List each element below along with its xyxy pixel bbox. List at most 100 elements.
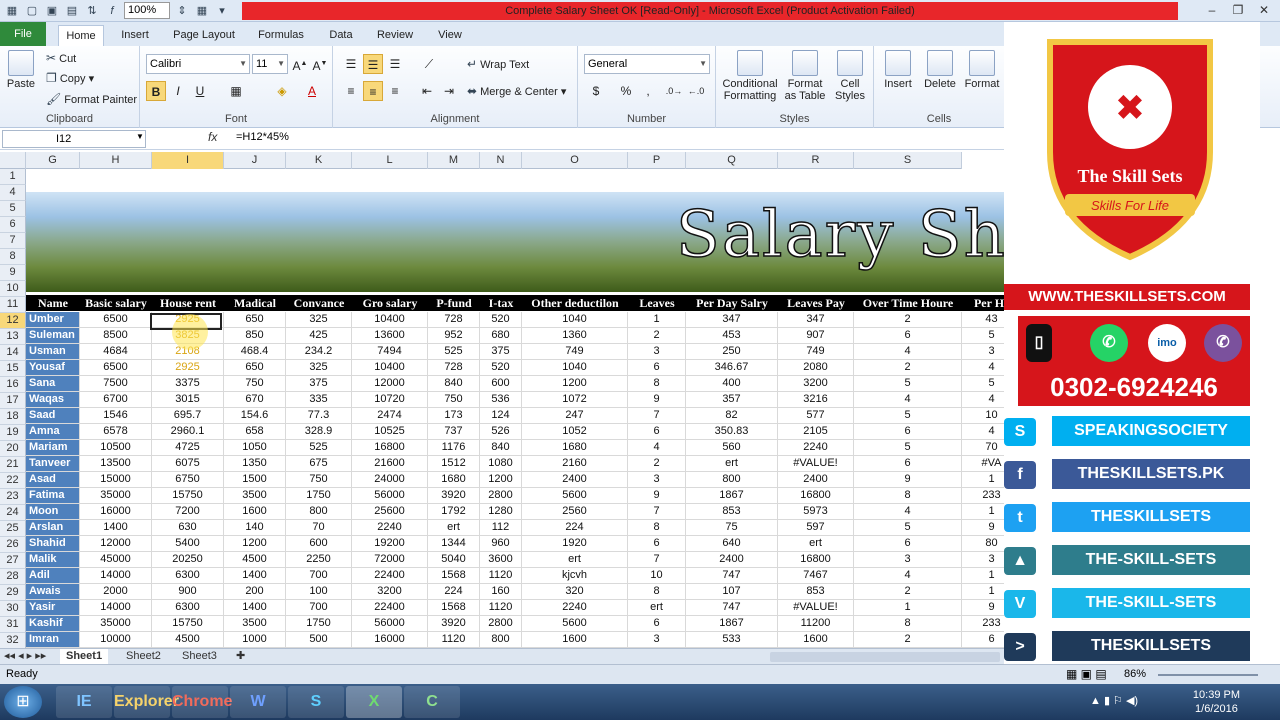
table-cell[interactable]: 1400 [224,568,286,584]
table-cell[interactable]: 2800 [480,616,522,632]
table-cell[interactable]: 1040 [522,360,628,376]
table-cell[interactable]: 1000 [224,632,286,648]
table-cell[interactable]: 6 [628,424,686,440]
table-header-cell[interactable]: Leaves Pay [778,295,854,311]
tab-page-layout[interactable]: Page Layout [168,25,240,46]
conditional-formatting-button[interactable]: Conditional Formatting [718,50,782,102]
table-cell[interactable]: 1568 [428,568,480,584]
table-cell[interactable]: 4 [962,360,1005,376]
table-cell[interactable]: 520 [480,312,522,328]
table-cell[interactable]: 4 [854,504,962,520]
table-cell[interactable]: 9 [962,600,1005,616]
table-cell[interactable]: 16800 [352,440,428,456]
row-header-7[interactable]: 7 [0,233,26,249]
table-cell[interactable]: 737 [428,424,480,440]
table-cell[interactable]: 14000 [80,600,152,616]
taskbar-explorer[interactable]: Explorer [114,686,179,718]
employee-name-cell[interactable]: Imran [26,632,80,648]
table-cell[interactable]: 952 [428,328,480,344]
table-cell[interactable]: 728 [428,360,480,376]
select-all-corner[interactable] [0,152,26,169]
table-cell[interactable]: 14000 [80,568,152,584]
employee-name-cell[interactable]: Tanveer [26,456,80,472]
table-cell[interactable]: 1750 [286,616,352,632]
table-cell[interactable]: 80 [962,536,1005,552]
table-cell[interactable]: 650 [224,360,286,376]
table-cell[interactable]: 8 [628,520,686,536]
table-cell[interactable]: 1792 [428,504,480,520]
table-cell[interactable]: 56000 [352,616,428,632]
table-cell[interactable]: 1 [628,312,686,328]
customize-arrow-icon[interactable]: ▾ [214,3,230,19]
row-header-26[interactable]: 26 [0,537,26,553]
table-cell[interactable]: 6300 [152,568,224,584]
table-cell[interactable]: 500 [286,632,352,648]
row-header-29[interactable]: 29 [0,585,26,601]
format-painter-button[interactable]: 🖌 Format Painter [46,92,137,106]
table-cell[interactable]: 640 [686,536,778,552]
chevron-down-icon[interactable]: ▼ [136,132,144,141]
employee-name-cell[interactable]: Arslan [26,520,80,536]
column-header-k[interactable]: K [286,152,352,169]
table-cell[interactable]: #VALUE! [778,456,854,472]
employee-name-cell[interactable]: Moon [26,504,80,520]
table-cell[interactable]: 82 [686,408,778,424]
column-header-s[interactable]: S [854,152,962,169]
align-top-icon[interactable]: ☰ [341,54,361,74]
underline-button[interactable]: U [190,81,210,101]
tab-data[interactable]: Data [322,25,360,46]
table-cell[interactable]: 5600 [522,488,628,504]
table-cell[interactable]: 2105 [778,424,854,440]
formula-input[interactable]: =H12*45% [236,131,289,143]
social-link[interactable]: S SPEAKINGSOCIETY [1004,416,1250,446]
table-cell[interactable]: 320 [522,584,628,600]
table-cell[interactable]: 747 [686,600,778,616]
table-cell[interactable]: 2 [854,360,962,376]
table-cell[interactable]: 2400 [686,552,778,568]
employee-name-cell[interactable]: Umber [26,312,80,328]
table-cell[interactable]: 21600 [352,456,428,472]
taskbar-ie[interactable]: IE [56,686,112,718]
table-cell[interactable]: 5 [854,520,962,536]
table-cell[interactable]: 4 [854,568,962,584]
table-cell[interactable]: 1600 [224,504,286,520]
table-cell[interactable]: 2960.1 [152,424,224,440]
cut-button[interactable]: ✂ Cut [46,51,76,65]
table-cell[interactable]: 1920 [522,536,628,552]
table-cell[interactable]: 2925 [152,360,224,376]
table-cell[interactable]: 1400 [80,520,152,536]
table-cell[interactable]: 8500 [80,328,152,344]
paste-button[interactable]: Paste [4,50,38,90]
align-left-icon[interactable]: ≡ [341,81,361,101]
row-header-20[interactable]: 20 [0,441,26,457]
increase-indent-icon[interactable]: ⇥ [439,81,459,101]
table-header-cell[interactable]: Leaves [628,295,686,311]
bold-button[interactable]: B [146,81,166,101]
table-cell[interactable]: 1120 [480,568,522,584]
employee-name-cell[interactable]: Waqas [26,392,80,408]
table-cell[interactable]: 1072 [522,392,628,408]
row-header-24[interactable]: 24 [0,505,26,521]
table-cell[interactable]: 3500 [224,616,286,632]
table-cell[interactable]: 749 [778,344,854,360]
table-cell[interactable]: 357 [686,392,778,408]
table-cell[interactable]: 250 [686,344,778,360]
table-cell[interactable]: 72000 [352,552,428,568]
table-cell[interactable]: 10720 [352,392,428,408]
table-cell[interactable]: 2240 [778,440,854,456]
table-cell[interactable]: 1120 [428,632,480,648]
table-cell[interactable]: 7500 [80,376,152,392]
table-cell[interactable]: 1052 [522,424,628,440]
row-header-31[interactable]: 31 [0,617,26,633]
insert-function-icon[interactable]: fx [208,130,217,144]
name-box[interactable]: I12 [2,130,146,148]
table-cell[interactable]: 650 [224,312,286,328]
tray-icons[interactable]: ▲ ▮ ⚐ ◀) [1090,694,1138,707]
row-header-5[interactable]: 5 [0,201,26,217]
table-cell[interactable]: 10500 [80,440,152,456]
taskbar-chrome[interactable]: Chrome [172,686,232,718]
table-cell[interactable]: 630 [152,520,224,536]
column-header-q[interactable]: Q [686,152,778,169]
table-header-cell[interactable]: P-fund [428,295,480,311]
table-cell[interactable]: 233 [962,616,1005,632]
